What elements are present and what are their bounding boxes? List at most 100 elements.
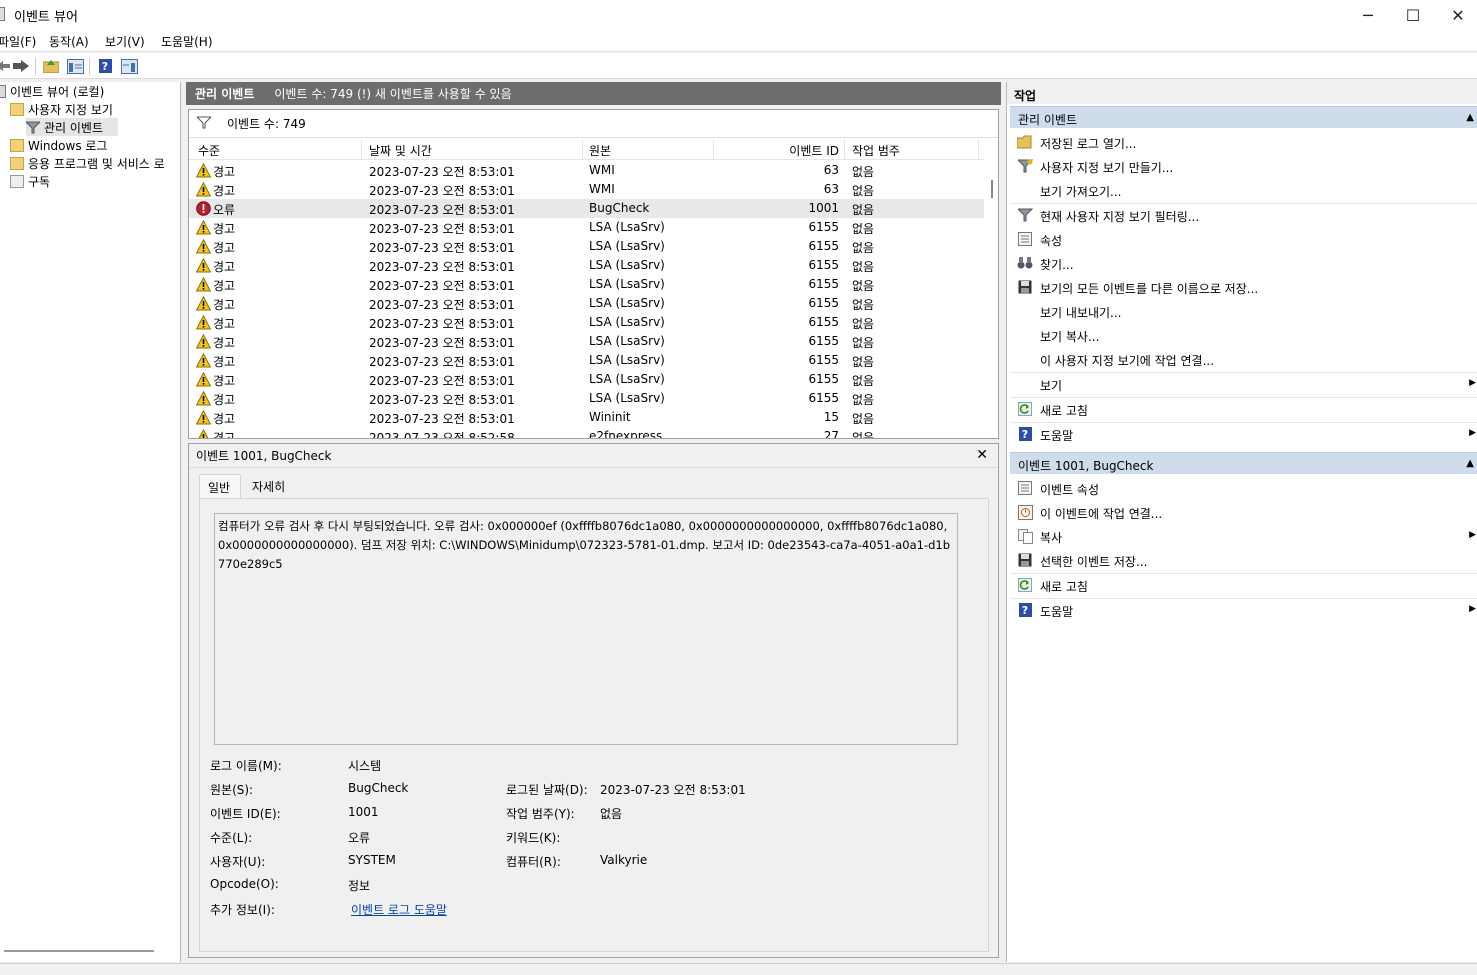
tree-subscriptions[interactable]: 구독: [10, 172, 50, 190]
action-item[interactable]: 찾기...: [1010, 251, 1477, 275]
maximize-button[interactable]: ☐: [1390, 0, 1436, 30]
tab-details[interactable]: 자세히: [244, 474, 296, 498]
show-hide-action-pane-icon[interactable]: [120, 57, 138, 75]
help-icon[interactable]: ?: [96, 57, 114, 75]
collapse-up-icon[interactable]: ▲: [1466, 458, 1474, 469]
col-category[interactable]: 작업 범주: [852, 142, 900, 159]
action-item[interactable]: 사용자 지정 보기 만들기...: [1010, 154, 1477, 178]
event-level: 경고: [213, 393, 236, 407]
action-item[interactable]: 보기 ▶: [1010, 372, 1477, 396]
detail-close-icon[interactable]: ✕: [976, 447, 988, 463]
event-source: BugCheck: [589, 201, 650, 215]
action-label: 보기의 모든 이벤트를 다른 이름으로 저장...: [1040, 282, 1259, 296]
action-item[interactable]: 속성: [1010, 227, 1477, 251]
folder-icon: [10, 138, 24, 152]
event-level: 경고: [213, 279, 236, 293]
warning-icon: [196, 239, 211, 254]
warning-icon: [196, 163, 211, 178]
event-row[interactable]: 경고 2023-07-23 오전 8:53:01 LSA (LsaSrv) 6155 없…: [189, 256, 984, 275]
event-row[interactable]: 경고 2023-07-23 오전 8:53:01 LSA (LsaSrv) 6155 없…: [189, 389, 984, 408]
event-row[interactable]: 오류 2023-07-23 오전 8:53:01 BugCheck 1001 없음: [189, 199, 984, 218]
warning-icon: [196, 372, 211, 387]
col-level[interactable]: 수준: [198, 142, 220, 159]
action-item[interactable]: 보기 내보내기...: [1010, 299, 1477, 323]
tree-custom-views[interactable]: 사용자 지정 보기: [10, 100, 113, 118]
minimize-button[interactable]: ─: [1345, 0, 1391, 30]
event-row[interactable]: 경고 2023-07-23 오전 8:53:01 LSA (LsaSrv) 6155 없…: [189, 294, 984, 313]
event-category: 없음: [852, 412, 875, 426]
action-item[interactable]: 보기의 모든 이벤트를 다른 이름으로 저장...: [1010, 275, 1477, 299]
event-row[interactable]: 경고 2023-07-23 오전 8:53:01 LSA (LsaSrv) 6155 없…: [189, 332, 984, 351]
action-item[interactable]: 이 이벤트에 작업 연결...: [1010, 500, 1477, 524]
event-list-scrollbar[interactable]: [986, 141, 998, 438]
tree-admin-events[interactable]: 관리 이벤트: [24, 118, 118, 136]
event-datetime: 2023-07-23 오전 8:53:01: [369, 393, 515, 407]
action-item[interactable]: 새로 고침: [1010, 573, 1477, 597]
action-item[interactable]: 현재 사용자 지정 보기 필터링...: [1010, 203, 1477, 227]
warning-icon: [196, 334, 211, 349]
action-item[interactable]: 복사 ▶: [1010, 524, 1477, 548]
tree-hscroll[interactable]: [4, 950, 154, 952]
action-item[interactable]: 선택한 이벤트 저장...: [1010, 548, 1477, 572]
warning-icon: [196, 315, 211, 330]
action-item[interactable]: ? 도움말 ▶: [1010, 598, 1477, 622]
event-log-help-link[interactable]: 이벤트 로그 도움말: [351, 901, 447, 918]
action-item[interactable]: 보기 복사...: [1010, 323, 1477, 347]
forward-icon[interactable]: [12, 57, 30, 75]
menu-action[interactable]: 동작(A): [49, 33, 89, 50]
event-viewer-app-icon: [0, 7, 5, 21]
up-folder-icon[interactable]: [42, 57, 60, 75]
detail-title-bar: 이벤트 1001, BugCheck ✕: [189, 444, 998, 468]
properties-icon: [1017, 480, 1033, 496]
menu-file[interactable]: 파일(F): [0, 33, 36, 50]
event-id: 63: [823, 182, 839, 196]
tree-root[interactable]: 이벤트 뷰어 (로컬): [0, 82, 104, 100]
event-id: 6155: [808, 391, 839, 405]
action-label: 보기: [1040, 379, 1063, 393]
submenu-arrow-icon: ▶: [1469, 428, 1476, 438]
col-source[interactable]: 원본: [589, 142, 611, 159]
col-datetime[interactable]: 날짜 및 시간: [369, 142, 432, 159]
folder-icon: [10, 156, 24, 170]
show-hide-tree-icon[interactable]: [66, 57, 84, 75]
action-item[interactable]: 새로 고침: [1010, 397, 1477, 421]
action-item[interactable]: 이 사용자 지정 보기에 작업 연결...: [1010, 347, 1477, 371]
close-button[interactable]: ✕: [1435, 0, 1477, 30]
event-row[interactable]: 경고 2023-07-23 오전 8:53:01 WMI 63 없음: [189, 180, 984, 199]
back-icon[interactable]: [0, 57, 12, 75]
filter-icon: [24, 121, 42, 134]
event-category: 없음: [852, 222, 875, 236]
action-item[interactable]: 보기 가져오기...: [1010, 178, 1477, 202]
event-row[interactable]: 경고 2023-07-23 오전 8:52:58 e2fnexpress 27 없음: [189, 427, 984, 438]
warning-icon: [196, 296, 211, 311]
section-admin-events[interactable]: 관리 이벤트 ▲: [1010, 106, 1477, 128]
event-row[interactable]: 경고 2023-07-23 오전 8:53:01 LSA (LsaSrv) 6155 없…: [189, 370, 984, 389]
action-item[interactable]: 이벤트 속성: [1010, 476, 1477, 500]
event-row[interactable]: 경고 2023-07-23 오전 8:53:01 LSA (LsaSrv) 6155 없…: [189, 218, 984, 237]
event-count: 이벤트 수: 749: [227, 117, 306, 131]
event-row[interactable]: 경고 2023-07-23 오전 8:53:01 WMI 63 없음: [189, 161, 984, 180]
submenu-arrow-icon: ▶: [1469, 530, 1476, 540]
submenu-arrow-icon: ▶: [1469, 604, 1476, 614]
action-item[interactable]: ? 도움말 ▶: [1010, 422, 1477, 446]
tree-windows-logs[interactable]: Windows 로그: [10, 136, 107, 154]
col-event-id[interactable]: 이벤트 ID: [749, 142, 839, 159]
event-level: 경고: [213, 165, 236, 179]
event-description[interactable]: 컴퓨터가 오류 검사 후 다시 부팅되었습니다. 오류 검사: 0x000000…: [214, 513, 958, 745]
collapse-up-icon[interactable]: ▲: [1466, 112, 1474, 123]
filter-row: 이벤트 수: 749: [189, 110, 998, 138]
scroll-thumb[interactable]: [991, 180, 993, 198]
tab-general[interactable]: 일반: [199, 474, 241, 498]
tree-app-service-logs[interactable]: 응용 프로그램 및 서비스 로: [10, 154, 165, 172]
event-row[interactable]: 경고 2023-07-23 오전 8:53:01 Wininit 15 없음: [189, 408, 984, 427]
event-row[interactable]: 경고 2023-07-23 오전 8:53:01 LSA (LsaSrv) 6155 없…: [189, 275, 984, 294]
event-row[interactable]: 경고 2023-07-23 오전 8:53:01 LSA (LsaSrv) 6155 없…: [189, 351, 984, 370]
action-item[interactable]: 저장된 로그 열기...: [1010, 130, 1477, 154]
menu-help[interactable]: 도움말(H): [161, 33, 213, 50]
event-row[interactable]: 경고 2023-07-23 오전 8:53:01 LSA (LsaSrv) 6155 없…: [189, 313, 984, 332]
section-event-1001[interactable]: 이벤트 1001, BugCheck ▲: [1010, 452, 1477, 474]
menu-view[interactable]: 보기(V): [105, 33, 145, 50]
binoculars-icon: [1017, 255, 1033, 271]
action-label: 도움말: [1040, 605, 1074, 619]
event-row[interactable]: 경고 2023-07-23 오전 8:53:01 LSA (LsaSrv) 6155 없…: [189, 237, 984, 256]
